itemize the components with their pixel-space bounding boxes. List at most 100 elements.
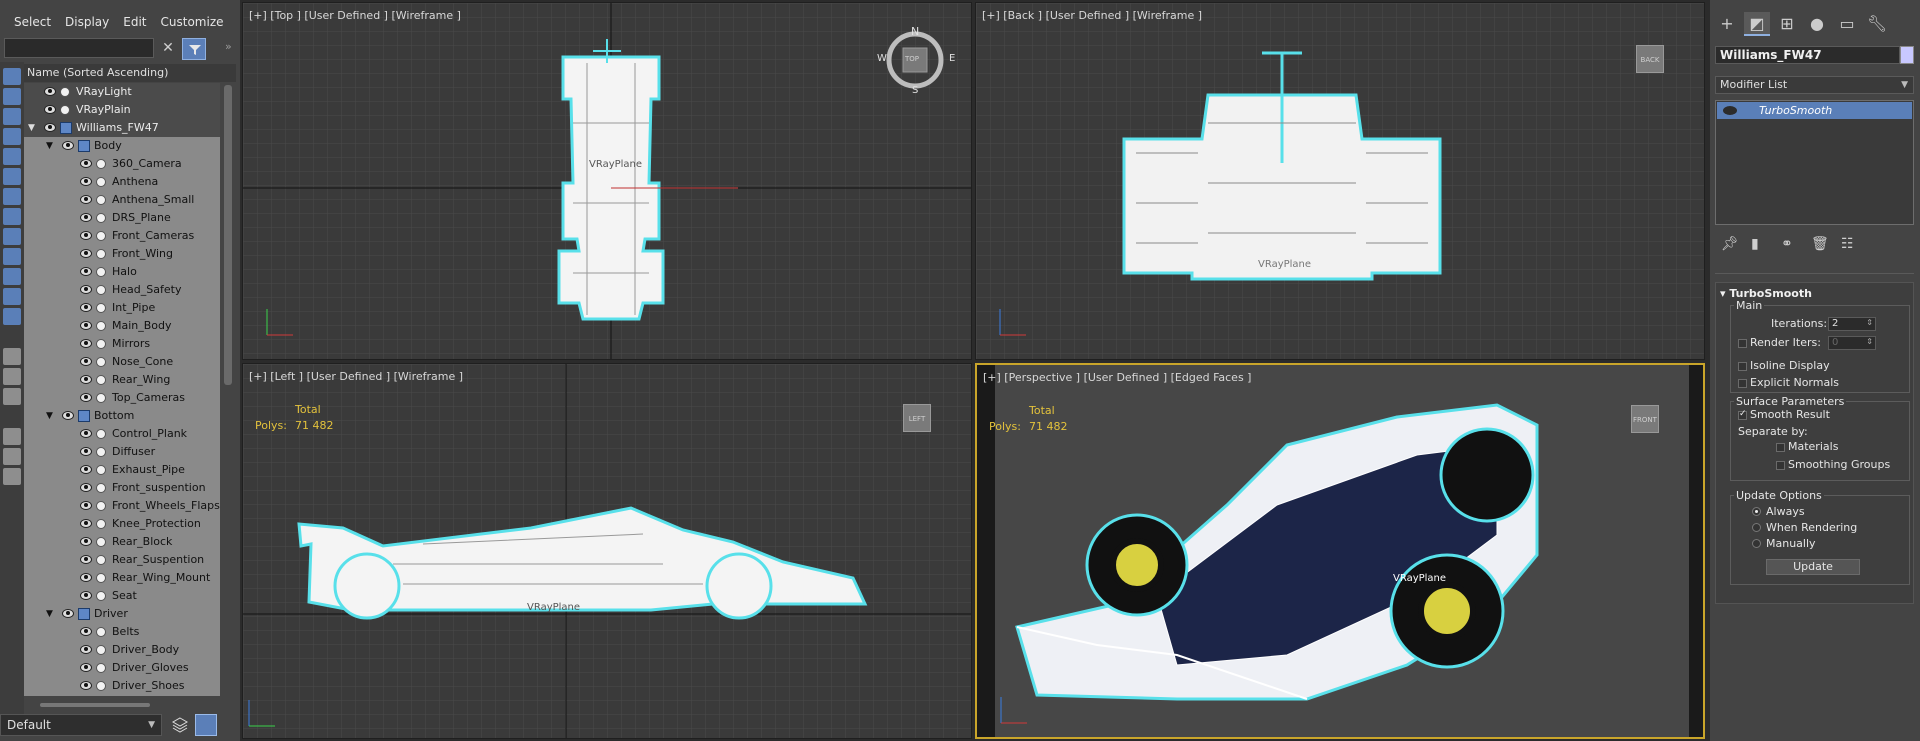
filter-funnel-icon[interactable]: [3, 448, 21, 465]
tree-row[interactable]: Driver_Gloves: [24, 659, 220, 677]
smoothing-groups-checkbox[interactable]: [1776, 461, 1785, 470]
menu-select[interactable]: Select: [14, 15, 51, 29]
visibility-eye-icon[interactable]: [80, 645, 92, 654]
display-shapes-icon[interactable]: [3, 108, 21, 125]
visibility-eye-icon[interactable]: [80, 249, 92, 258]
show-end-result-icon[interactable]: ▮: [1751, 236, 1759, 252]
display-tab-icon[interactable]: ▭: [1834, 12, 1860, 36]
tree-row[interactable]: Driver_Body: [24, 641, 220, 659]
tree-row[interactable]: Seat: [24, 587, 220, 605]
display-helpers-icon[interactable]: [3, 168, 21, 185]
tree-row[interactable]: Mirrors: [24, 335, 220, 353]
visibility-eye-icon[interactable]: [80, 465, 92, 474]
viewport-left[interactable]: VRayPlane [+] [Left ] [User Defined ] [W…: [242, 363, 972, 739]
tree-row[interactable]: VRayPlain: [24, 101, 220, 119]
tree-row[interactable]: ▼ Bottom: [24, 407, 220, 425]
make-unique-icon[interactable]: ⚭: [1781, 236, 1793, 252]
tree-row[interactable]: Belts: [24, 623, 220, 641]
tree-row[interactable]: Driver_Shoes: [24, 677, 220, 695]
expand-toggle-icon[interactable]: ▼: [28, 119, 35, 137]
tree-vertical-scrollbar[interactable]: [224, 85, 232, 385]
expand-toggle-icon[interactable]: ▼: [46, 605, 53, 623]
utilities-tab-icon[interactable]: 🔧︎: [1864, 12, 1890, 36]
visibility-eye-icon[interactable]: [80, 663, 92, 672]
tree-row[interactable]: VRayLight: [24, 83, 220, 101]
viewport-top[interactable]: VRayPlane [+] [Top ] [User Defined ] [Wi…: [242, 2, 972, 360]
filter-selection-icon[interactable]: [3, 428, 21, 445]
update-button[interactable]: Update: [1766, 559, 1860, 575]
visibility-eye-icon[interactable]: [80, 177, 92, 186]
visibility-eye-icon[interactable]: [80, 483, 92, 492]
tree-row[interactable]: Front_Cameras: [24, 227, 220, 245]
visibility-eye-icon[interactable]: [80, 447, 92, 456]
scene-tree[interactable]: VRayLight VRayPlain ▼ Williams_FW47 ▼ Body 360…: [24, 83, 220, 696]
visibility-eye-icon[interactable]: [80, 501, 92, 510]
visibility-eye-icon[interactable]: [62, 141, 74, 150]
visibility-eye-icon[interactable]: [80, 357, 92, 366]
viewport-label[interactable]: [+] [Perspective ] [User Defined ] [Edge…: [983, 371, 1251, 384]
menu-display[interactable]: Display: [65, 15, 109, 29]
iterations-spinner[interactable]: 2 ⇕: [1828, 317, 1876, 331]
visibility-eye-icon[interactable]: [44, 123, 56, 132]
visibility-eye-icon[interactable]: [80, 519, 92, 528]
modifier-stack[interactable]: TurboSmooth: [1715, 100, 1914, 225]
visibility-eye-icon[interactable]: [80, 285, 92, 294]
visibility-eye-icon[interactable]: [80, 375, 92, 384]
tree-row[interactable]: Nose_Cone: [24, 353, 220, 371]
visibility-eye-icon[interactable]: [44, 105, 56, 114]
display-spacewarps-icon[interactable]: [3, 188, 21, 205]
visibility-eye-icon[interactable]: [80, 321, 92, 330]
visibility-eye-icon[interactable]: [80, 159, 92, 168]
tree-row[interactable]: Exhaust_Pipe: [24, 461, 220, 479]
tree-row[interactable]: Knee_Protection: [24, 515, 220, 533]
remove-modifier-icon[interactable]: 🗑︎: [1811, 236, 1829, 252]
visibility-eye-icon[interactable]: [80, 555, 92, 564]
viewcube[interactable]: FRONT: [1631, 405, 1659, 433]
display-invert-icon[interactable]: [3, 388, 21, 405]
tree-row[interactable]: ▼ Driver: [24, 605, 220, 623]
render-iters-checkbox[interactable]: [1738, 339, 1747, 348]
tree-row[interactable]: DRS_Plane: [24, 209, 220, 227]
visibility-eye-icon[interactable]: [80, 591, 92, 600]
tree-row[interactable]: 360_Camera: [24, 155, 220, 173]
visibility-eye-icon[interactable]: [80, 267, 92, 276]
view-compass[interactable]: N S W E TOP: [877, 25, 955, 96]
tree-row[interactable]: Front_Wheels_Flaps: [24, 497, 220, 515]
when-rendering-radio[interactable]: [1752, 523, 1761, 532]
display-cameras-icon[interactable]: [3, 148, 21, 165]
viewport-label[interactable]: [+] [Top ] [User Defined ] [Wireframe ]: [249, 9, 461, 22]
pin-stack-icon[interactable]: 📌︎: [1721, 236, 1739, 252]
visibility-eye-icon[interactable]: [80, 339, 92, 348]
visibility-eye-icon[interactable]: [80, 573, 92, 582]
layer-dropdown[interactable]: Default ▼: [0, 714, 162, 736]
visibility-eye-icon[interactable]: [80, 393, 92, 402]
filter-button[interactable]: [182, 38, 206, 60]
modify-tab-icon[interactable]: ◩: [1744, 12, 1770, 36]
layer-explorer-icon[interactable]: [3, 468, 21, 485]
scene-explorer-toggle-icon[interactable]: [195, 714, 217, 736]
motion-tab-icon[interactable]: ●: [1804, 12, 1830, 36]
search-input[interactable]: [4, 38, 154, 58]
viewport-back[interactable]: VRayPlane [+] [Back ] [User Defined ] [W…: [975, 2, 1705, 360]
expand-toggle-icon[interactable]: ▼: [46, 137, 53, 155]
visibility-eye-icon[interactable]: [80, 681, 92, 690]
tree-row[interactable]: Rear_Wing_Mount: [24, 569, 220, 587]
collapse-chevron-icon[interactable]: »: [225, 40, 232, 53]
tree-row[interactable]: Anthena: [24, 173, 220, 191]
viewcube[interactable]: LEFT: [903, 404, 931, 432]
visibility-eye-icon[interactable]: [44, 87, 56, 96]
viewport-perspective[interactable]: VRayPlane [+] [Perspective ] [User Defin…: [975, 363, 1705, 739]
tree-row[interactable]: ▼ Body: [24, 137, 220, 155]
visibility-eye-icon[interactable]: [62, 609, 74, 618]
viewport-label[interactable]: [+] [Back ] [User Defined ] [Wireframe ]: [982, 9, 1202, 22]
visibility-eye-icon[interactable]: [80, 429, 92, 438]
tree-row[interactable]: Anthena_Small: [24, 191, 220, 209]
menu-edit[interactable]: Edit: [123, 15, 146, 29]
explicit-normals-checkbox[interactable]: [1738, 379, 1747, 388]
display-all-icon[interactable]: [3, 348, 21, 365]
display-lights-icon[interactable]: [3, 128, 21, 145]
object-color-swatch[interactable]: [1900, 46, 1914, 64]
tree-row[interactable]: Diffuser: [24, 443, 220, 461]
car-top-wireframe[interactable]: [557, 39, 665, 321]
display-geometry-icon[interactable]: [3, 88, 21, 105]
